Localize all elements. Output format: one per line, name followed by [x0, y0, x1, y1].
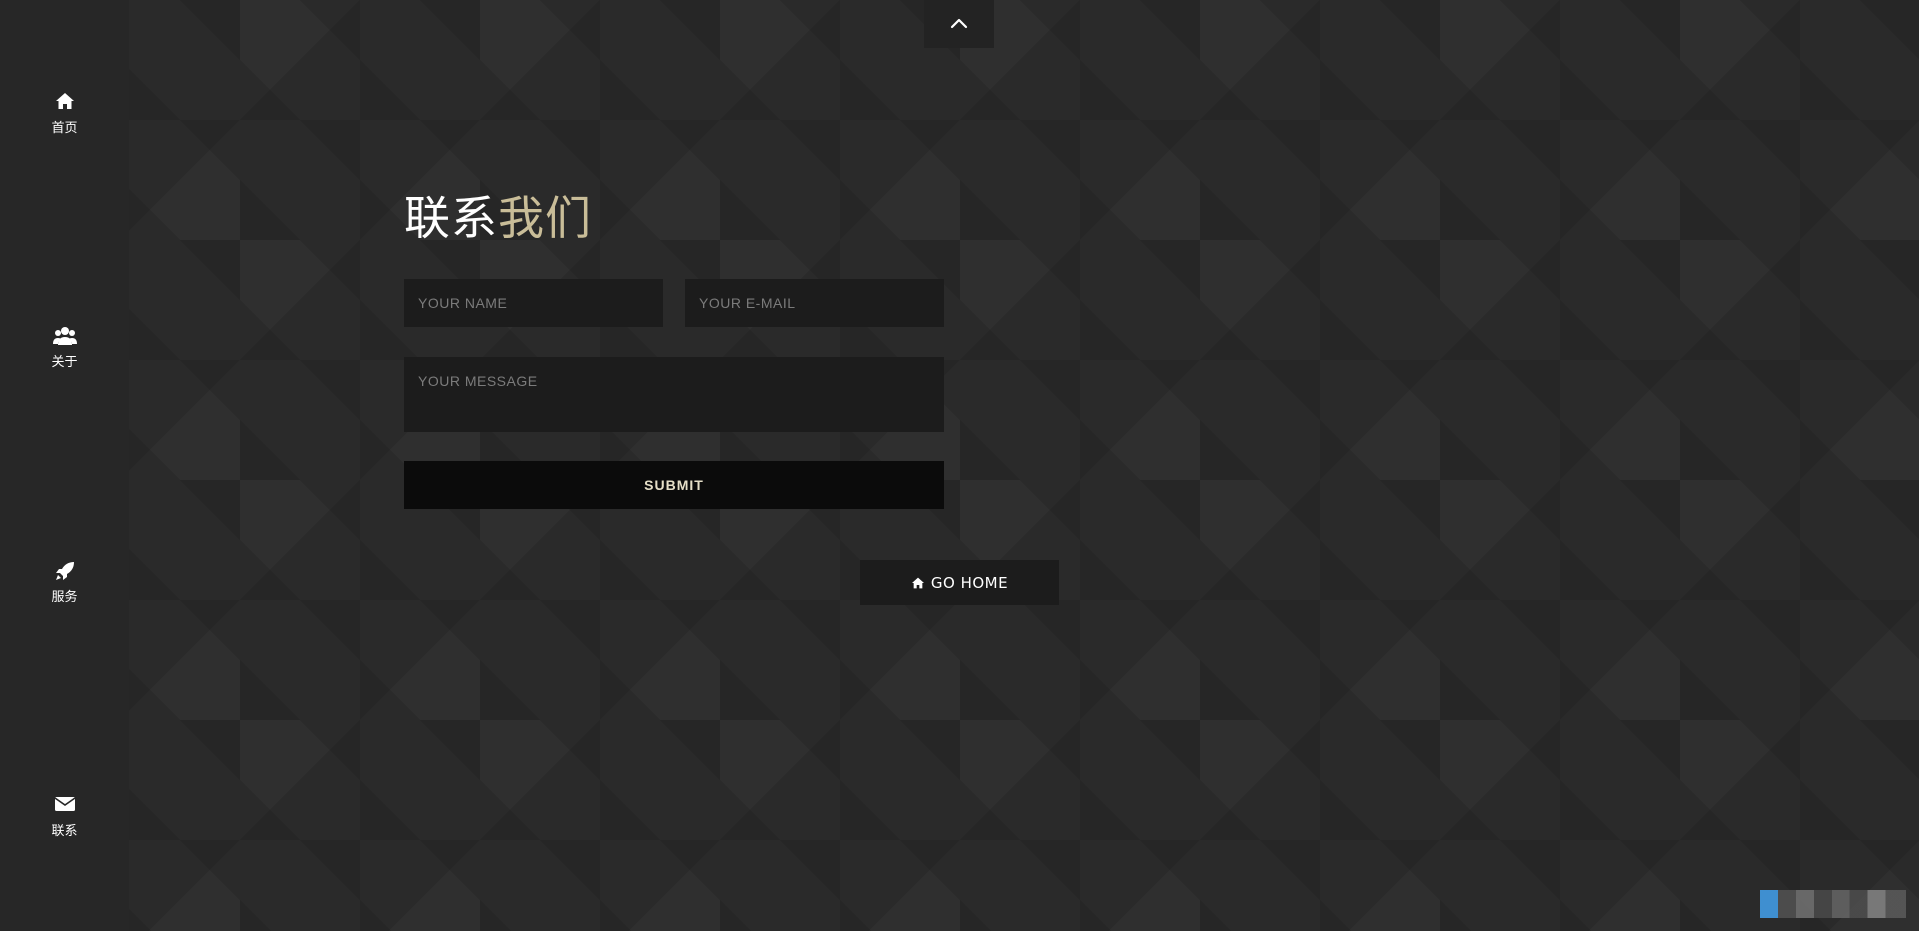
- badge-mosaic: [1778, 890, 1906, 918]
- home-icon: [0, 92, 129, 114]
- title-part-white: 联系: [404, 191, 498, 245]
- title-part-gold: 我们: [498, 191, 592, 245]
- sidebar-item-about[interactable]: 关于: [0, 326, 129, 370]
- sidebar-item-services[interactable]: 服务: [0, 561, 129, 605]
- rocket-icon: [0, 561, 129, 583]
- go-home-label: GO HOME: [930, 573, 1009, 592]
- scroll-top-button[interactable]: [924, 0, 994, 48]
- sidebar-item-label: 关于: [51, 355, 78, 370]
- sidebar-item-label: 首页: [51, 121, 78, 136]
- message-field[interactable]: [404, 357, 944, 432]
- go-home-button[interactable]: GO HOME: [860, 560, 1059, 605]
- home-icon: [911, 577, 924, 588]
- sidebar-item-home[interactable]: 首页: [0, 92, 129, 136]
- sidebar-item-label: 服务: [51, 590, 78, 605]
- submit-button[interactable]: SUBMIT: [404, 461, 944, 509]
- sidebar-item-label: 联系: [51, 824, 78, 839]
- chevron-up-icon: [950, 18, 968, 29]
- sidebar-item-contact[interactable]: 联系: [0, 795, 129, 839]
- envelope-icon: [0, 795, 129, 817]
- sidebar: 首页 关于 服务 联系: [0, 0, 129, 931]
- contact-title: 联系我们: [404, 182, 592, 248]
- badge-blue-block: [1760, 890, 1778, 918]
- email-field[interactable]: [685, 279, 944, 327]
- users-icon: [0, 326, 129, 348]
- corner-badge: [1760, 890, 1906, 918]
- name-field[interactable]: [404, 279, 663, 327]
